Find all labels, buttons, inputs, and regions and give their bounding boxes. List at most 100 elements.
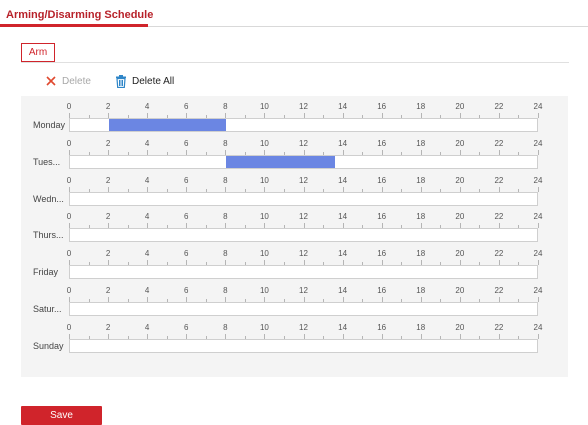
hour-tick-label: 8 [223, 286, 228, 295]
hour-tick-label: 0 [66, 286, 72, 295]
hour-tick-label: 22 [494, 249, 504, 259]
hour-tick-label: 22 [494, 138, 504, 148]
hour-tick-label: 20 [455, 249, 465, 259]
hour-tick-label: 10 [259, 175, 269, 185]
hour-tick-label: 12 [299, 322, 308, 332]
hour-tick-label: 10 [259, 286, 269, 295]
hour-tick-label: 22 [494, 286, 504, 295]
hour-tick-label: 18 [416, 102, 426, 111]
schedule-track[interactable] [69, 154, 538, 169]
hour-tick-label: 24 [533, 138, 543, 148]
schedule-track[interactable] [69, 338, 538, 353]
hour-tick-label: 6 [184, 286, 189, 295]
hour-tick-label: 12 [299, 175, 308, 185]
hour-tick-label: 18 [416, 286, 426, 295]
schedule-track[interactable] [69, 191, 538, 206]
hour-tick-label: 8 [223, 175, 228, 185]
hour-tick-label: 14 [338, 212, 348, 222]
schedule-track[interactable] [69, 228, 538, 243]
hour-tick-label: 4 [144, 249, 150, 259]
hour-tick-label: 4 [144, 212, 150, 222]
hour-tick-label: 24 [533, 175, 543, 185]
hour-tick-label: 2 [105, 102, 111, 111]
tab-arming-disarming-schedule[interactable]: Arming/Disarming Schedule [6, 9, 153, 21]
hour-tick-label: 12 [299, 102, 308, 111]
schedule-track[interactable] [69, 265, 538, 280]
hour-tick-label: 2 [105, 138, 111, 148]
hour-tick-label: 2 [105, 212, 111, 222]
hour-tick-label: 0 [66, 138, 72, 148]
hour-tick-label: 6 [184, 102, 189, 111]
hour-tick-label: 0 [66, 102, 72, 111]
hour-tick-label: 8 [223, 138, 228, 148]
hour-tick-label: 16 [377, 286, 387, 295]
hour-tick-label: 10 [259, 212, 269, 222]
day-row: 0 2 4 6 8 10 12 14 16 18 20 22 24 Wedn... [21, 174, 568, 210]
day-row: 0 2 4 6 8 10 12 14 16 18 20 22 24 Thurs... [21, 210, 568, 246]
hour-tick-label: 8 [223, 102, 228, 111]
schedule-segment[interactable] [225, 155, 335, 168]
hour-tick-label: 24 [533, 102, 543, 111]
hour-tick-label: 0 [66, 322, 72, 332]
hour-tick-label: 12 [299, 212, 308, 222]
hour-tick-label: 0 [66, 212, 72, 222]
hour-tick-label: 24 [533, 249, 543, 259]
hour-tick-label: 16 [377, 102, 387, 111]
hour-tick-label: 22 [494, 212, 504, 222]
hour-tick-label: 18 [416, 212, 426, 222]
day-label: Satur... [33, 304, 62, 314]
hour-tick-label: 22 [494, 322, 504, 332]
day-label: Friday [33, 267, 59, 278]
hour-tick-label: 6 [184, 175, 189, 185]
hour-tick-label: 10 [259, 102, 269, 111]
hour-tick-mark [538, 297, 539, 302]
hour-tick-label: 2 [105, 322, 111, 332]
hour-tick-label: 6 [184, 138, 189, 148]
hour-tick-label: 12 [299, 249, 308, 259]
hour-tick-label: 10 [259, 249, 269, 259]
delete-all-button[interactable]: Delete All [114, 74, 174, 88]
hour-tick-label: 18 [416, 175, 426, 185]
hour-tick-label: 4 [144, 138, 150, 148]
save-button[interactable]: Save [21, 406, 102, 425]
hour-tick-label: 20 [455, 286, 465, 295]
hour-tick-label: 6 [184, 249, 189, 259]
hour-tick-label: 24 [533, 286, 543, 295]
close-icon [44, 74, 58, 88]
hour-tick-label: 22 [494, 102, 504, 111]
schedule-track[interactable] [69, 302, 538, 316]
day-label: Monday [33, 120, 66, 130]
hour-tick-label: 16 [377, 175, 387, 185]
delete-button[interactable]: Delete [44, 74, 91, 88]
hour-tick-label: 20 [455, 175, 465, 185]
hour-tick-label: 10 [259, 138, 269, 148]
schedule-segment[interactable] [108, 119, 226, 131]
hour-tick-label: 16 [377, 249, 387, 259]
day-label: Sunday [33, 340, 64, 351]
hour-tick-label: 0 [66, 249, 72, 259]
day-row: 0 2 4 6 8 10 12 14 16 18 20 22 24 Friday [21, 247, 568, 283]
tab-arm[interactable]: Arm [21, 43, 55, 62]
hour-tick-label: 4 [144, 322, 150, 332]
hour-tick-label: 14 [338, 175, 348, 185]
hour-tick-label: 2 [105, 175, 111, 185]
hour-tick-label: 2 [105, 286, 111, 295]
hour-tick-label: 10 [259, 322, 269, 332]
hour-tick-label: 2 [105, 249, 111, 259]
hour-tick-mark [538, 149, 539, 155]
hour-tick-label: 18 [416, 322, 426, 332]
hour-tick-label: 14 [338, 138, 348, 148]
day-row: 0 2 4 6 8 10 12 14 16 18 20 22 24 Satur... [21, 284, 568, 320]
hour-tick-label: 12 [299, 286, 308, 295]
hour-tick-label: 4 [144, 102, 150, 111]
hour-tick-label: 12 [299, 138, 308, 148]
hour-tick-label: 20 [455, 212, 465, 222]
hour-tick-label: 18 [416, 249, 426, 259]
hour-tick-label: 6 [184, 322, 189, 332]
hour-tick-label: 0 [66, 175, 72, 185]
hour-tick-mark [538, 113, 539, 118]
hour-tick-label: 4 [144, 286, 150, 295]
day-row: 0 2 4 6 8 10 12 14 16 18 20 22 24 Monday [21, 100, 568, 136]
schedule-track[interactable] [69, 118, 538, 132]
hour-tick-mark [538, 186, 539, 192]
